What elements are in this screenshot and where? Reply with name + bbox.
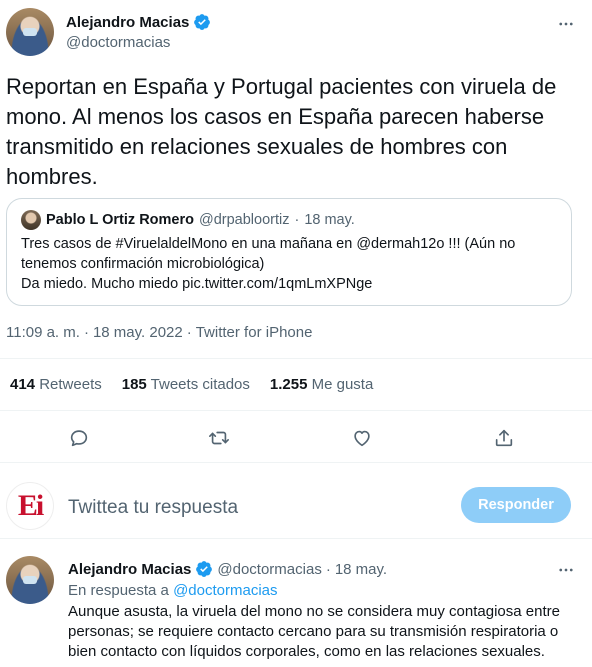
quote-author-name: Pablo L Ortiz Romero: [46, 212, 194, 228]
divider: [0, 410, 592, 411]
author-avatar[interactable]: [6, 8, 54, 56]
reply-name-row: Alejandro Macias @doctormacias · 18 may.: [68, 560, 387, 578]
more-dots-icon: [559, 22, 573, 26]
quote-tweet-card[interactable]: Pablo L Ortiz Romero @drpabloortiz · 18 …: [6, 198, 572, 306]
more-icon[interactable]: [554, 12, 578, 36]
reply-author-name[interactable]: Alejandro Macias: [68, 561, 191, 578]
tweet-meta: 11:09 a. m. · 18 may. 2022 · Twitter for…: [6, 324, 312, 341]
verified-badge-icon: [196, 561, 213, 577]
like-button[interactable]: [348, 424, 376, 452]
reply-to-handle-link[interactable]: @doctormacias: [173, 582, 277, 599]
likes-stat[interactable]: 1.255 Me gusta: [270, 376, 373, 393]
quotes-stat[interactable]: 185 Tweets citados: [122, 376, 250, 393]
divider: [0, 538, 592, 539]
quote-author-avatar: [21, 210, 41, 230]
likes-label: Me gusta: [311, 376, 374, 393]
reply-separator: ·: [325, 560, 331, 578]
quote-separator: ·: [294, 212, 300, 228]
author-handle[interactable]: @doctormacias: [66, 34, 170, 51]
reply-to-line: En respuesta a @doctormacias: [68, 582, 278, 599]
divider: [0, 358, 592, 359]
reply-icon: [70, 430, 88, 447]
reply-to-prefix: En respuesta a: [68, 582, 169, 599]
tweet-time[interactable]: 11:09 a. m.: [6, 324, 80, 341]
tweet-date[interactable]: 18 may. 2022: [93, 324, 183, 341]
reply-author-avatar[interactable]: [6, 556, 54, 604]
verified-badge-icon: [194, 14, 211, 30]
tweet-source[interactable]: Twitter for iPhone: [196, 324, 313, 341]
quotes-label: Tweets citados: [150, 376, 250, 393]
share-icon: [495, 429, 513, 447]
author-name-row: Alejandro Macias: [66, 13, 211, 31]
meta-separator: ·: [186, 324, 192, 341]
tweet-stats: 414 Retweets 185 Tweets citados 1.255 Me…: [10, 376, 373, 393]
avatar-mask: [23, 576, 37, 584]
retweets-count: 414: [10, 376, 36, 393]
tweet-actions: [0, 420, 592, 456]
reply-input[interactable]: [68, 494, 428, 522]
quote-text: Tres casos de #ViruelaldelMono en una ma…: [21, 236, 516, 292]
more-dots-icon: [559, 568, 573, 572]
reply-button[interactable]: [65, 424, 93, 452]
quote-author-handle: @drpabloortiz: [198, 212, 290, 228]
retweet-icon: [209, 431, 229, 445]
heart-icon: [354, 430, 370, 447]
retweets-stat[interactable]: 414 Retweets: [10, 376, 102, 393]
divider: [0, 462, 592, 463]
reply-submit-button[interactable]: Responder: [461, 487, 571, 523]
more-icon[interactable]: [554, 558, 578, 582]
author-name[interactable]: Alejandro Macias: [66, 14, 189, 31]
meta-separator: ·: [83, 324, 89, 341]
quotes-count: 185: [121, 376, 147, 393]
reply-tweet[interactable]: Alejandro Macias @doctormacias · 18 may.…: [0, 546, 592, 667]
tweet-text: Reportan en España y Portugal pacientes …: [6, 74, 557, 189]
reply-text: Aunque asusta, la viruela del mono no se…: [68, 603, 560, 660]
user-avatar-logo[interactable]: Ei: [6, 482, 54, 530]
likes-count: 1.255: [269, 376, 308, 393]
retweet-button[interactable]: [205, 424, 233, 452]
quote-header: Pablo L Ortiz Romero @drpabloortiz · 18 …: [21, 210, 355, 230]
share-button[interactable]: [490, 424, 518, 452]
reply-date[interactable]: 18 may.: [335, 561, 387, 578]
quote-date: 18 may.: [304, 212, 355, 228]
reply-author-handle[interactable]: @doctormacias: [217, 561, 321, 578]
avatar-mask: [23, 28, 37, 36]
retweets-label: Retweets: [39, 376, 102, 393]
